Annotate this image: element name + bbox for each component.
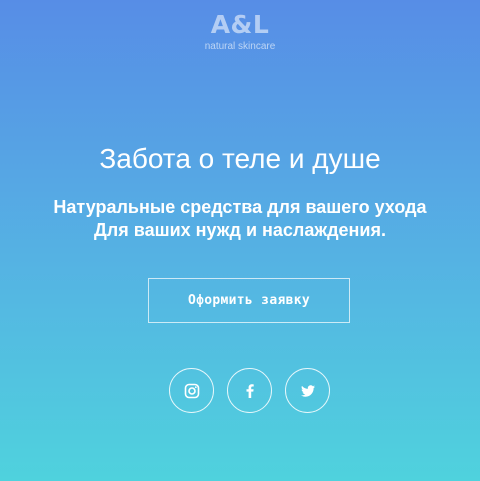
- hero-subheadline: Натуральные средства для вашего ухода Дл…: [0, 196, 480, 242]
- twitter-link[interactable]: [285, 368, 330, 413]
- hero-section: A&L natural skincare Забота о теле и душ…: [0, 0, 480, 481]
- instagram-icon: [184, 383, 200, 399]
- hero-headline: Забота о теле и душе: [99, 143, 381, 174]
- instagram-link[interactable]: [169, 368, 214, 413]
- social-links: [169, 368, 330, 413]
- facebook-link[interactable]: [227, 368, 272, 413]
- brand-tagline: natural skincare: [204, 41, 276, 52]
- facebook-icon: [242, 383, 258, 399]
- brand-logo[interactable]: A&L natural skincare: [0, 10, 480, 53]
- hero-subline-2: Для ваших нужд и наслаждения.: [93, 220, 387, 240]
- submit-request-button[interactable]: Оформить заявку: [148, 278, 350, 323]
- brand-name: A&L: [210, 10, 270, 39]
- twitter-icon: [300, 383, 316, 399]
- hero-subline-1: Натуральные средства для вашего ухода: [53, 197, 427, 217]
